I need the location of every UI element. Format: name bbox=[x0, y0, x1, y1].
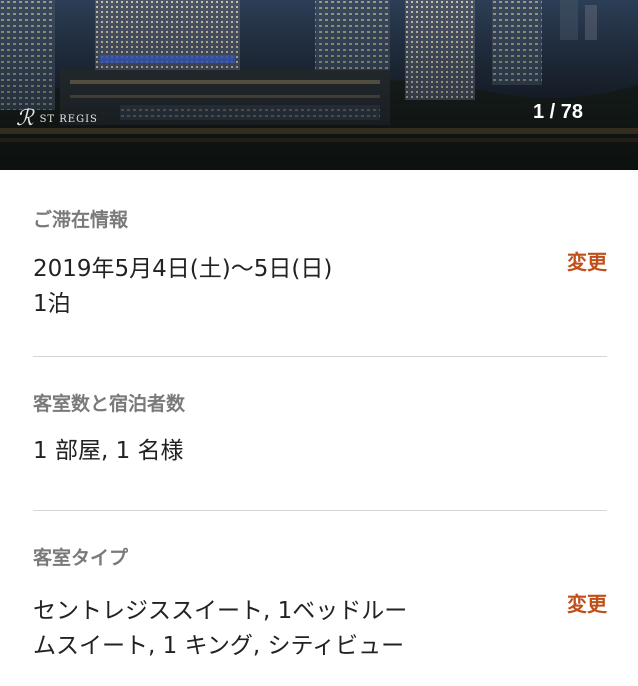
st-regis-logo-mark: ℛ bbox=[16, 106, 34, 131]
change-dates-link[interactable]: 変更 bbox=[567, 250, 607, 274]
photo-counter: 1 / 78 bbox=[532, 101, 583, 123]
section-divider bbox=[33, 510, 607, 511]
section-divider bbox=[33, 356, 607, 357]
hotel-photo[interactable]: ℛ ST REGIS 1 / 78 bbox=[0, 0, 638, 170]
room-type-line-2: ムスイート, 1 キング, シティビュー bbox=[33, 633, 405, 659]
rooms-guests-label: 客室数と宿泊者数 bbox=[33, 393, 186, 415]
st-regis-logo-text: ST REGIS bbox=[39, 113, 98, 125]
rooms-guests-section: 客室数と宿泊者数 1 部屋, 1 名様 bbox=[33, 392, 607, 469]
stay-nights: 1泊 bbox=[33, 291, 71, 317]
hotel-photo-image bbox=[0, 0, 638, 170]
room-type-section: 客室タイプ 変更 セントレジススイート, 1ベッドルー ムスイート, 1 キング… bbox=[33, 546, 607, 664]
stay-dates: 2019年5月4日(土)〜5日(日) bbox=[33, 256, 333, 282]
stay-info-label: ご滞在情報 bbox=[33, 209, 129, 231]
st-regis-logo: ℛ ST REGIS bbox=[16, 108, 98, 130]
room-type-label: 客室タイプ bbox=[33, 547, 129, 569]
change-room-type-link[interactable]: 変更 bbox=[567, 592, 607, 616]
stay-info-section: ご滞在情報 変更 2019年5月4日(土)〜5日(日) 1泊 bbox=[33, 208, 607, 322]
rooms-guests-value: 1 部屋, 1 名様 bbox=[33, 438, 184, 464]
room-type-line-1: セントレジススイート, 1ベッドルー bbox=[33, 598, 408, 624]
